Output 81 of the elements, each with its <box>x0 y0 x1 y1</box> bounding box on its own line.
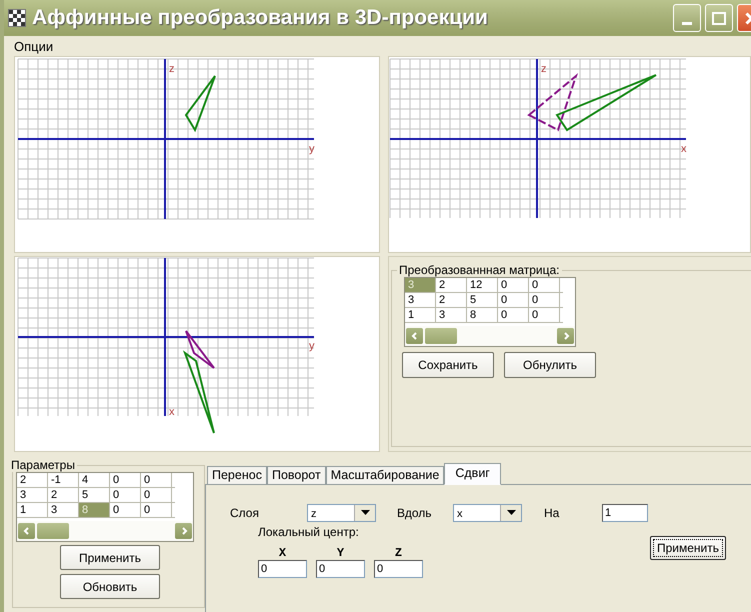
table-cell[interactable]: 0 <box>141 488 172 503</box>
axis-label: X <box>278 546 286 560</box>
menu-item[interactable]: Опции <box>10 38 58 54</box>
tab[interactable]: Сдвиг <box>444 463 501 485</box>
dropdown[interactable]: x <box>453 504 522 522</box>
chevron-left-icon <box>410 332 418 340</box>
table-cell[interactable]: 2 <box>48 488 79 503</box>
table-cell[interactable]: 3 <box>436 308 467 323</box>
apply-button[interactable]: Применить <box>650 536 726 560</box>
scroll-right-button[interactable] <box>557 328 574 344</box>
axis-label: Y <box>336 546 344 560</box>
table-cell[interactable]: 3 <box>405 293 436 308</box>
tab[interactable]: Перенос <box>207 466 267 484</box>
scroll-left-button[interactable] <box>18 523 35 539</box>
table-cell[interactable]: 0 <box>498 293 529 308</box>
window-title: Аффинные преобразования в 3D-проекции <box>32 6 489 30</box>
button[interactable]: Обновить <box>60 574 160 599</box>
button[interactable]: Применить <box>60 545 160 570</box>
axis-label: y <box>309 340 314 352</box>
tab[interactable]: Поворот <box>266 466 326 484</box>
table-cell[interactable]: 2 <box>436 278 467 293</box>
table-cell[interactable]: 4 <box>79 473 110 488</box>
scroll-right-button[interactable] <box>175 523 192 539</box>
axis-label: Z <box>394 546 402 560</box>
axis-label: z <box>169 63 174 75</box>
input-field[interactable]: 0 <box>258 560 307 578</box>
field-label: Вдоль <box>397 506 433 520</box>
maximize-icon <box>712 12 726 24</box>
tab[interactable]: Масштабирование <box>326 466 444 484</box>
table-cell[interactable]: 2 <box>436 293 467 308</box>
dropdown[interactable]: z <box>307 504 376 522</box>
axis-label: x <box>681 143 686 155</box>
scrollbar[interactable] <box>405 326 575 346</box>
caret-icon <box>500 504 521 520</box>
scroll-left-button[interactable] <box>406 328 423 344</box>
table-cell[interactable]: 2 <box>17 473 48 488</box>
input-field[interactable]: 1 <box>602 504 648 522</box>
chevron-left-icon <box>22 527 30 535</box>
minimize-button[interactable] <box>673 4 701 32</box>
table-cell[interactable]: 0 <box>110 503 141 518</box>
axis-label: z <box>541 63 546 75</box>
axis-label: x <box>169 406 174 418</box>
table-cell[interactable]: 1 <box>405 308 436 323</box>
minimize-icon <box>682 22 692 24</box>
table-cell[interactable]: -1 <box>48 473 79 488</box>
input-field[interactable]: 0 <box>374 560 423 578</box>
table-cell[interactable]: 3 <box>17 488 48 503</box>
table-cell[interactable]: 0 <box>498 308 529 323</box>
axis-label: y <box>309 143 314 155</box>
table-cell[interactable]: 8 <box>467 308 498 323</box>
caret-icon <box>354 504 375 520</box>
chevron-right-icon <box>562 332 570 340</box>
app-icon <box>8 9 26 27</box>
table-cell[interactable]: 0 <box>529 278 560 293</box>
field-label: Слоя <box>230 506 260 520</box>
field-label: На <box>544 506 560 520</box>
triangle <box>184 75 216 132</box>
table-cell[interactable]: 0 <box>141 503 172 518</box>
button[interactable]: Сохранить <box>402 352 494 378</box>
table-cell[interactable]: 0 <box>141 473 172 488</box>
scrollbar-thumb[interactable] <box>425 328 457 344</box>
dashed-triangle <box>527 73 578 132</box>
group-title: Преобразованнная матрица: <box>398 263 560 277</box>
table-cell[interactable]: 12 <box>467 278 498 293</box>
maximize-button[interactable] <box>705 4 733 32</box>
data-grid[interactable]: 3 2 12 0 0 3 2 5 0 0 1 3 8 0 0 <box>404 277 576 347</box>
button[interactable]: Обнулить <box>504 352 596 378</box>
scrollbar-thumb[interactable] <box>37 523 69 539</box>
field-label: Локальный центр: <box>258 525 360 539</box>
input-field[interactable]: 0 <box>316 560 365 578</box>
data-grid[interactable]: 2 -1 4 0 0 3 2 5 0 0 1 3 8 0 0 <box>16 472 194 542</box>
chevron-right-icon <box>180 527 188 535</box>
scrollbar[interactable] <box>17 521 193 541</box>
table-cell[interactable]: 0 <box>110 473 141 488</box>
table-cell[interactable]: 5 <box>467 293 498 308</box>
table-cell[interactable]: 0 <box>498 278 529 293</box>
table-cell[interactable]: 0 <box>529 308 560 323</box>
table-cell[interactable]: 0 <box>110 488 141 503</box>
group-title: Параметры <box>10 458 76 472</box>
table-cell[interactable]: 1 <box>17 503 48 518</box>
table-cell[interactable]: 0 <box>529 293 560 308</box>
